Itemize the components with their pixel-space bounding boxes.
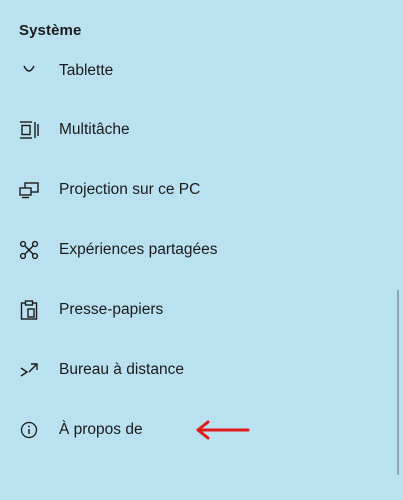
nav-item-presse-papiers[interactable]: Presse-papiers xyxy=(0,290,395,330)
nav-item-label: Bureau à distance xyxy=(59,361,184,378)
nav-item-experiences-partagees[interactable]: Expériences partagées xyxy=(0,230,395,270)
nav-item-multitache[interactable]: Multitâche xyxy=(0,110,395,150)
remote-desktop-icon xyxy=(19,360,39,380)
scrollbar[interactable] xyxy=(397,290,399,475)
nav-item-label: À propos de xyxy=(59,421,143,438)
settings-panel: Système Tablette Multitâche Projection s… xyxy=(0,0,403,500)
nav-item-projection[interactable]: Projection sur ce PC xyxy=(0,170,395,210)
nav-item-label: Projection sur ce PC xyxy=(59,181,201,198)
nav-item-label: Expériences partagées xyxy=(59,241,218,258)
nav-item-bureau-a-distance[interactable]: Bureau à distance xyxy=(0,350,395,390)
clipboard-icon xyxy=(19,300,39,320)
tablet-mode-icon xyxy=(19,61,39,81)
nav-item-label: Presse-papiers xyxy=(59,301,164,318)
section-title: Système xyxy=(19,22,82,39)
info-icon xyxy=(19,420,39,440)
red-arrow-icon xyxy=(194,419,252,441)
multitasking-icon xyxy=(19,120,39,140)
nav-item-label: Tablette xyxy=(59,62,114,79)
nav-item-label: Multitâche xyxy=(59,121,130,138)
projecting-icon xyxy=(19,180,39,200)
nav-item-tablette[interactable]: Tablette xyxy=(0,51,395,91)
shared-experiences-icon xyxy=(19,240,39,260)
